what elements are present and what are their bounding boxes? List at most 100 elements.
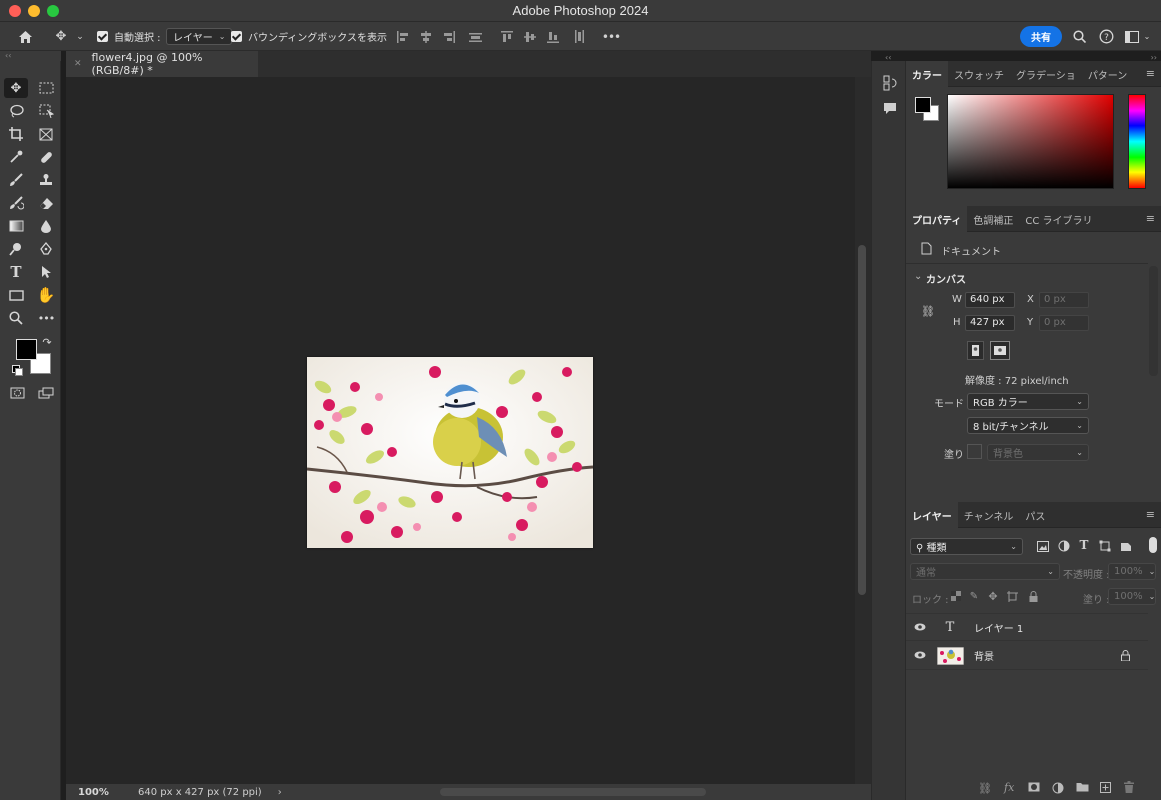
- tab-swatches[interactable]: スウォッチ: [948, 61, 1010, 87]
- zoom-tool-icon[interactable]: [4, 308, 28, 328]
- tab-color[interactable]: カラー: [906, 61, 948, 87]
- fill-color-swatch[interactable]: [967, 444, 982, 459]
- history-brush-tool-icon[interactable]: [4, 193, 28, 213]
- move-tool-icon[interactable]: ✥: [4, 78, 28, 98]
- fill-dropdown[interactable]: 背景色 ⌄: [987, 444, 1089, 461]
- align-bottom-icon[interactable]: [546, 22, 560, 51]
- properties-scroll-thumb[interactable]: [1149, 266, 1158, 376]
- object-select-tool-icon[interactable]: [34, 101, 58, 121]
- frame-tool-icon[interactable]: [34, 124, 58, 144]
- share-button[interactable]: 共有: [1020, 26, 1062, 47]
- toolbar-collapse-handle[interactable]: ‹‹: [0, 51, 61, 61]
- lock-transparent-pixels-icon[interactable]: [950, 590, 962, 602]
- tool-preset-chevron-icon[interactable]: ⌄: [74, 22, 86, 51]
- crop-tool-icon[interactable]: [4, 124, 28, 144]
- link-icon[interactable]: ⛓: [921, 304, 935, 318]
- new-layer-icon[interactable]: [1100, 782, 1111, 796]
- canvas-vertical-scrollbar[interactable]: [855, 77, 871, 784]
- add-mask-icon[interactable]: [1028, 782, 1040, 795]
- layer-row[interactable]: 背景: [906, 642, 1148, 670]
- hue-slider[interactable]: [1128, 94, 1146, 189]
- show-bounding-box-option[interactable]: バウンディングボックスを表示: [231, 22, 387, 51]
- workspace-icon[interactable]: [1124, 22, 1140, 51]
- landscape-orientation-icon[interactable]: [990, 341, 1010, 360]
- layer-style-fx-icon[interactable]: fx: [1004, 781, 1014, 794]
- close-tab-icon[interactable]: ✕: [74, 59, 82, 69]
- marquee-tool-icon[interactable]: [34, 78, 58, 98]
- dodge-tool-icon[interactable]: [4, 239, 28, 259]
- filter-adjustment-icon[interactable]: [1057, 539, 1071, 553]
- panel-menu-icon[interactable]: ≡: [1146, 67, 1155, 80]
- tab-layers[interactable]: レイヤー: [906, 502, 958, 528]
- auto-select-option[interactable]: 自動選択 :: [97, 22, 161, 51]
- more-tools-icon[interactable]: •••: [34, 308, 58, 328]
- lock-all-icon[interactable]: [1027, 590, 1039, 602]
- brush-tool-icon[interactable]: [4, 170, 28, 190]
- auto-select-checkbox[interactable]: [97, 31, 108, 42]
- swap-colors-icon[interactable]: ↷: [40, 335, 54, 349]
- x-field[interactable]: 0 px: [1039, 292, 1089, 308]
- tab-properties[interactable]: プロパティ: [906, 206, 968, 232]
- align-left-icon[interactable]: [396, 22, 410, 51]
- status-menu-chevron-icon[interactable]: ›: [278, 787, 282, 798]
- lasso-tool-icon[interactable]: [4, 101, 28, 121]
- filter-smart-object-icon[interactable]: [1119, 539, 1133, 553]
- rectangle-tool-icon[interactable]: [4, 285, 28, 305]
- path-select-tool-icon[interactable]: [34, 262, 58, 282]
- lock-position-icon[interactable]: ✥: [987, 590, 999, 603]
- auto-select-target-dropdown[interactable]: レイヤー ⌄: [166, 22, 233, 51]
- comments-panel-icon[interactable]: [881, 99, 899, 117]
- distribute-icon[interactable]: [468, 22, 482, 51]
- tab-patterns[interactable]: パターン: [1082, 61, 1134, 87]
- color-picker-field[interactable]: [947, 94, 1114, 189]
- panel-menu-icon[interactable]: ≡: [1146, 508, 1155, 521]
- new-adjustment-layer-icon[interactable]: [1052, 782, 1064, 797]
- gradient-tool-icon[interactable]: [4, 216, 28, 236]
- blur-tool-icon[interactable]: [34, 216, 58, 236]
- distribute-v-icon[interactable]: [572, 22, 586, 51]
- portrait-orientation-icon[interactable]: [967, 341, 984, 360]
- align-top-icon[interactable]: [500, 22, 514, 51]
- visibility-eye-icon[interactable]: [906, 621, 934, 634]
- eyedropper-tool-icon[interactable]: [4, 147, 28, 167]
- canvas-section-title[interactable]: カンバス: [926, 271, 966, 286]
- workspace-chevron-icon[interactable]: ⌄: [1142, 22, 1152, 51]
- delete-layer-trash-icon[interactable]: [1124, 781, 1134, 796]
- zoom-level[interactable]: 100%: [66, 787, 120, 798]
- blend-mode-dropdown[interactable]: 通常 ⌄: [910, 563, 1060, 580]
- visibility-eye-icon[interactable]: [906, 649, 934, 662]
- link-layers-icon[interactable]: ⛓: [978, 782, 992, 795]
- tab-adjustments[interactable]: 色調補正: [967, 206, 1019, 232]
- filter-type-icon[interactable]: T: [1077, 538, 1091, 552]
- tab-paths[interactable]: パス: [1019, 502, 1051, 528]
- opacity-field[interactable]: 100% ⌄: [1108, 563, 1156, 580]
- height-field[interactable]: 427 px: [965, 315, 1015, 331]
- hand-tool-icon[interactable]: ✋: [34, 285, 58, 305]
- layer-name[interactable]: 背景: [974, 648, 994, 663]
- search-icon[interactable]: [1071, 22, 1087, 51]
- color-mode-dropdown[interactable]: RGB カラー ⌄: [967, 393, 1089, 410]
- quick-mask-icon[interactable]: [5, 383, 29, 403]
- layer-name[interactable]: レイヤー 1: [974, 620, 1023, 635]
- stamp-tool-icon[interactable]: [34, 170, 58, 190]
- lock-artboard-icon[interactable]: [1006, 590, 1018, 602]
- canvas-vertical-scroll-thumb[interactable]: [858, 245, 866, 595]
- foreground-color-swatch[interactable]: [16, 339, 37, 360]
- width-field[interactable]: 640 px: [965, 292, 1015, 308]
- lock-image-pixels-icon[interactable]: ✎: [968, 590, 980, 602]
- document-tab[interactable]: ✕ flower4.jpg @ 100% (RGB/8#) *: [66, 51, 258, 77]
- align-center-v-icon[interactable]: [523, 22, 537, 51]
- tab-channels[interactable]: チャンネル: [958, 502, 1020, 528]
- tab-gradients[interactable]: グラデーショ: [1010, 61, 1082, 87]
- layer-fill-field[interactable]: 100% ⌄: [1108, 588, 1156, 605]
- move-tool-icon[interactable]: ✥: [52, 22, 70, 51]
- canvas-horizontal-scroll-thumb[interactable]: [440, 788, 706, 796]
- canvas-chevron-icon[interactable]: ⌄: [914, 271, 922, 282]
- new-group-folder-icon[interactable]: [1076, 782, 1089, 795]
- pen-tool-icon[interactable]: [34, 239, 58, 259]
- document-image[interactable]: [307, 357, 593, 548]
- panel-menu-icon[interactable]: ≡: [1146, 212, 1155, 225]
- eraser-tool-icon[interactable]: [34, 193, 58, 213]
- filter-shape-icon[interactable]: [1098, 539, 1112, 553]
- screen-mode-icon[interactable]: [34, 383, 58, 403]
